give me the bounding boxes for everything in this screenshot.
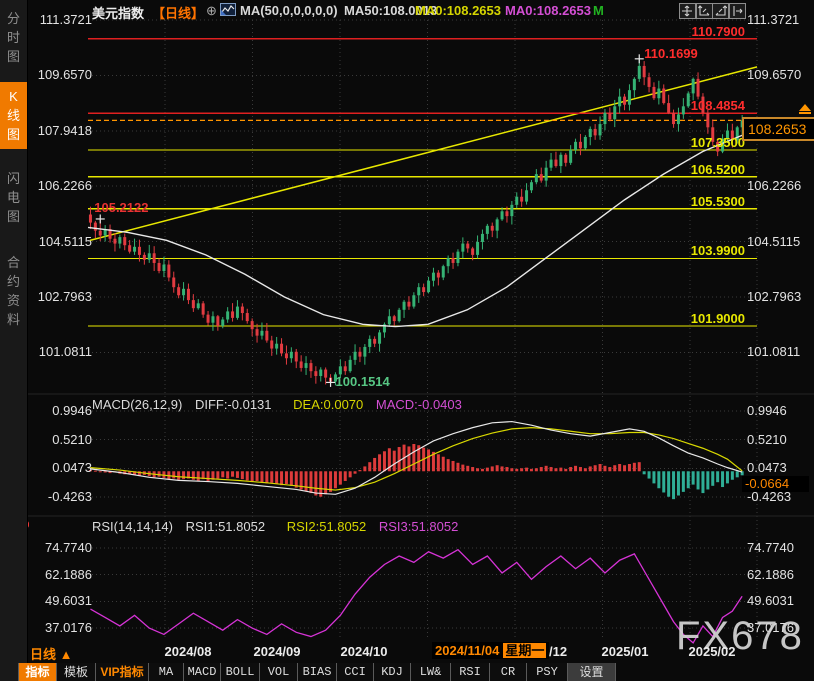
main-y-tick-left: 111.3721 [30,12,92,27]
rsi2-value: RSI2:51.8052 [287,519,367,534]
indicator-bias[interactable]: BIAS [298,663,337,681]
macd-value-box: -0.0664 [742,476,809,492]
indicator-boll[interactable]: BOLL [221,663,260,681]
rsi-y-tick-left: 74.7740 [30,540,92,555]
main-y-tick-left: 104.5115 [30,234,92,249]
toolbar-tab-templates[interactable]: 模板 [57,663,96,681]
pan-icon[interactable] [679,3,696,19]
indicator-kdj[interactable]: KDJ [374,663,411,681]
macd-y-tick-left: -0.4263 [30,489,92,504]
macd-osc-value: MACD:-0.0403 [376,397,462,412]
sidebar-item-label: 闪电图 [7,169,21,226]
x-axis-date-label: 2025/01 [602,644,649,659]
rsi-y-tick-right: 74.7740 [747,540,794,555]
indicator-ma[interactable]: MA [149,663,184,681]
last-price-box: 108.2653 [742,117,814,141]
x-axis-date-label: 2024/10 [341,644,388,659]
macd-formula: MACD(26,12,9) DIFF:-0.0131 [92,397,281,412]
macd-y-tick-right: 0.0473 [747,460,787,475]
rsi-y-tick-right: 49.6031 [747,593,794,608]
rsi-formula: RSI(14,14,14) RSI1:51.8052 [92,519,274,534]
main-y-tick-left: 107.9418 [30,123,92,138]
ma-formula: MA(50,0,0,0,0,0) [240,3,338,18]
support-level-label: 105.5300 [615,194,745,209]
symbol-title: 美元指数 [92,3,144,22]
macd-y-tick-right: 0.9946 [747,403,787,418]
x-axis-date-label: 2024/09 [254,644,301,659]
indicator-rsi[interactable]: RSI [451,663,490,681]
toolbar-tab-indicators[interactable]: 指标 [18,663,57,681]
axis-scale-right-icon[interactable] [712,3,729,19]
price-annotation: 100.1514 [336,374,390,389]
resistance-level-label: 110.7900 [615,24,745,39]
main-y-tick-right: 102.7963 [747,289,801,304]
price-annotation: 105.2122 [94,200,148,215]
main-y-tick-left: 109.6570 [30,67,92,82]
main-y-tick-right: 104.5115 [747,234,800,249]
main-y-tick-right: 101.0811 [747,344,800,359]
macd-y-tick-left: 0.5210 [30,432,92,447]
sidebar-item-flash-chart[interactable]: 闪电图 [0,164,27,231]
main-y-tick-right: 111.3721 [747,12,799,27]
sidebar-item-kline-chart[interactable]: K线图 [0,82,27,149]
x-axis-date-label: 2025/02 [689,644,736,659]
support-level-label: 101.9000 [615,311,745,326]
main-y-tick-left: 106.2266 [30,178,92,193]
pane-shift-icon[interactable] [729,3,746,19]
up-triangle-icon: ▲ [60,647,73,662]
ma0-value-magenta: MA0:108.2653 [505,3,591,18]
sidebar-item-label: 分时图 [7,9,21,66]
rsi-y-tick-left: 62.1886 [30,567,92,582]
price-annotation: 110.1699 [644,46,698,61]
rsi-y-tick-left: 37.0176 [30,620,92,635]
period-tag: 【日线】 [152,3,204,22]
macd-dea-value: DEA:0.0070 [293,397,363,412]
main-y-tick-left: 101.0811 [30,344,92,359]
trading-app-window: 分时图 K线图闪电图合约资料 美元指数 【日线】 ⊕ MA(50,0,0,0,0,… [0,0,814,681]
bottom-toolbar: 指标模板VIP指标MAMACDBOLLVOLBIASCCIKDJLW&RSICR… [18,663,616,681]
toolbar-tab-vip-indicators[interactable]: VIP指标 [96,663,149,681]
sidebar-item-label: 合约资料 [7,253,21,329]
indicator-psy[interactable]: PSY [527,663,568,681]
sidebar-item-time-chart[interactable]: 分时图 [0,4,27,71]
main-y-tick-right: 106.2266 [747,178,801,193]
rsi-y-tick-left: 49.6031 [30,593,92,608]
sidebar-item-label: K线图 [7,87,21,144]
main-y-tick-left: 102.7963 [30,289,92,304]
resistance-level-label: 108.4854 [615,98,745,113]
support-level-label: 103.9900 [615,243,745,258]
main-y-tick-right: 109.6570 [747,67,801,82]
rsi-header: RSI(14,14,14) RSI1:51.8052 RSI2:51.8052 … [92,519,467,534]
axis-scale-left-icon[interactable] [696,3,713,19]
weekday-chip: 星期一 [503,643,546,658]
sidebar: 分时图 K线图闪电图合约资料 [0,0,28,681]
settings-button[interactable]: 设置 [568,663,616,681]
period-selector[interactable]: 日线 ▲ [30,644,73,663]
indicator-cr[interactable]: CR [490,663,527,681]
support-level-label: 106.5200 [615,162,745,177]
support-level-label: 107.3500 [615,135,745,150]
sidebar-item-contract-info[interactable]: 合约资料 [0,248,27,334]
ma-extra: M [593,3,604,18]
macd-y-tick-right: 0.5210 [747,432,787,447]
macd-y-tick-left: 0.0473 [30,460,92,475]
ma0-value-yellow: MA0:108.2653 [415,3,501,18]
macd-y-tick-left: 0.9946 [30,403,92,418]
indicator-macd[interactable]: MACD [184,663,221,681]
indicator-lw[interactable]: LW& [411,663,451,681]
macd-header: MACD(26,12,9) DIFF:-0.0131 DEA:0.0070 MA… [92,397,471,412]
price-marker-arrow-icon[interactable] [799,104,811,111]
expand-icon[interactable]: ⊕ [206,3,217,19]
price-marker-bar [799,112,811,114]
date-label-partial: /12 [549,644,567,659]
rsi3-value: RSI3:51.8052 [379,519,459,534]
crosshair-date-box: 2024/11/04星期一 [432,642,549,659]
rsi-y-tick-right: 62.1886 [747,567,794,582]
x-axis-date-label: 2024/08 [165,644,212,659]
indicator-vol[interactable]: VOL [260,663,298,681]
indicator-cci[interactable]: CCI [337,663,374,681]
